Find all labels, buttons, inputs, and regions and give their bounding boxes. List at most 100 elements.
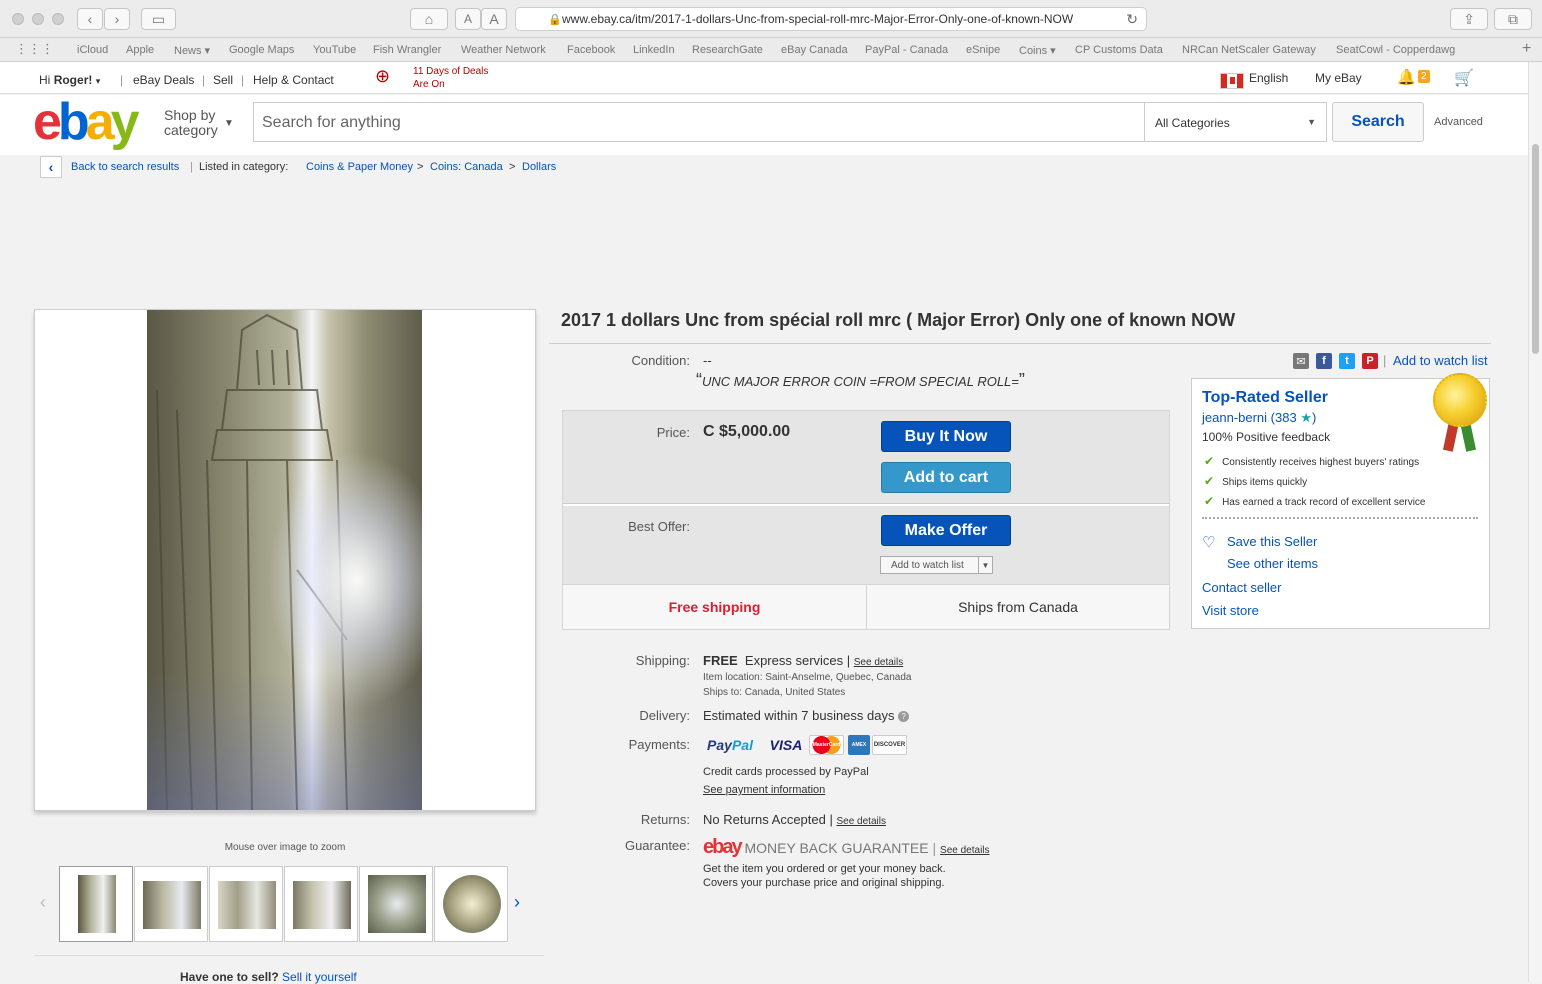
guarantee-details-link[interactable]: See details <box>940 845 989 856</box>
ebay-logo[interactable]: ebay <box>33 92 140 152</box>
shipping-details-link[interactable]: See details <box>854 657 903 668</box>
add-to-watch-list-button[interactable]: Add to watch list ▼ <box>880 556 993 574</box>
thumbnail[interactable] <box>359 866 433 942</box>
make-offer-button[interactable]: Make Offer <box>881 515 1011 546</box>
pinterest-icon[interactable]: P <box>1362 353 1378 369</box>
bookmark-item[interactable]: Apple <box>126 44 154 56</box>
delivery-value: Estimated within 7 business days ? <box>703 708 910 723</box>
bookmark-item[interactable]: Weather Network <box>461 44 546 56</box>
close-window-button[interactable] <box>12 13 24 25</box>
seller-check: ✔ Ships items quickly <box>1204 474 1308 488</box>
reload-icon[interactable]: ↻ <box>1126 11 1138 28</box>
bookmark-item[interactable]: Google Maps <box>229 44 294 56</box>
add-to-cart-button[interactable]: Add to cart <box>881 462 1011 493</box>
home-icon[interactable]: ⌂ <box>410 8 448 30</box>
see-other-items-link[interactable]: See other items <box>1227 556 1318 571</box>
bookmark-item[interactable]: PayPal - Canada <box>865 44 948 56</box>
help-icon[interactable]: ? <box>898 711 910 723</box>
chevron-down-icon[interactable]: ▾ <box>96 76 101 86</box>
breadcrumb-item[interactable]: Dollars <box>522 161 556 173</box>
tabs-icon[interactable]: ⧉ <box>1494 8 1532 30</box>
breadcrumb-item[interactable]: Coins: Canada <box>430 161 503 173</box>
add-bookmark-icon[interactable]: + <box>1522 40 1531 58</box>
forward-icon[interactable]: › <box>104 8 130 30</box>
bookmark-item[interactable]: Coins ▾ <box>1019 44 1056 57</box>
scrollbar-thumb[interactable] <box>1532 144 1539 354</box>
address-bar[interactable]: 🔒 www.ebay.ca/itm/2017-1-dollars-Unc-fro… <box>515 7 1147 31</box>
chevron-down-icon[interactable]: ▼ <box>978 557 992 573</box>
separator: | <box>202 73 206 87</box>
promo-line-1[interactable]: 11 Days of Deals <box>413 66 488 77</box>
text-larger-button[interactable]: A <box>481 8 507 30</box>
sidebar-icon[interactable]: ▭ <box>141 8 176 30</box>
language-selector[interactable]: English <box>1249 71 1288 85</box>
text-smaller-button[interactable]: A <box>455 8 481 30</box>
seller-name[interactable]: jeann-berni (383 ★) <box>1202 410 1316 426</box>
bookmark-item[interactable]: iCloud <box>77 44 108 56</box>
bookmark-item[interactable]: SeatCowl - Copperdawg <box>1336 44 1455 56</box>
search-input[interactable]: Search for anything <box>253 102 1145 142</box>
bookmark-item[interactable]: eSnipe <box>966 44 1000 56</box>
bell-icon[interactable]: 🔔 <box>1397 68 1416 86</box>
shop-by-category[interactable]: Shop by category ▼ <box>164 108 234 138</box>
bookmark-item[interactable]: NRCan NetScaler Gateway <box>1182 44 1316 56</box>
help-contact-link[interactable]: Help & Contact <box>253 73 334 87</box>
chevron-left-icon[interactable]: ‹ <box>40 892 46 913</box>
bookmark-item[interactable]: Fish Wrangler <box>373 44 441 56</box>
thumbnail[interactable] <box>59 866 133 942</box>
advanced-search-link[interactable]: Advanced <box>1434 116 1483 128</box>
breadcrumb-separator: > <box>417 161 424 173</box>
thumbnail[interactable] <box>209 866 283 942</box>
ebay-deals-link[interactable]: eBay Deals <box>133 73 194 87</box>
visit-store-link[interactable]: Visit store <box>1202 603 1259 618</box>
user-name[interactable]: Roger! <box>54 73 93 87</box>
buy-it-now-button[interactable]: Buy It Now <box>881 421 1011 452</box>
thumbnail[interactable] <box>134 866 208 942</box>
returns-details-link[interactable]: See details <box>836 816 885 827</box>
back-arrow-icon[interactable]: ‹ <box>40 156 62 178</box>
bookmark-item[interactable]: YouTube <box>313 44 356 56</box>
bookmark-item[interactable]: LinkedIn <box>633 44 675 56</box>
save-seller-link[interactable]: Save this Seller <box>1227 534 1317 549</box>
breadcrumb-item[interactable]: Coins & Paper Money <box>306 161 413 173</box>
contact-seller-link[interactable]: Contact seller <box>1202 580 1281 595</box>
search-button[interactable]: Search <box>1332 102 1424 142</box>
heart-icon[interactable]: ♡ <box>1202 533 1215 551</box>
minimize-window-button[interactable] <box>32 13 44 25</box>
scrollbar[interactable] <box>1528 62 1542 982</box>
seller-check: ✔ Has earned a track record of excellent … <box>1204 494 1426 508</box>
thumbnail[interactable] <box>434 866 508 942</box>
share-icon[interactable]: ⇪ <box>1450 8 1488 30</box>
thumbnail[interactable] <box>284 866 358 942</box>
cart-icon[interactable]: 🛒 <box>1454 68 1474 88</box>
separator: | <box>190 161 193 173</box>
browser-toolbar: ‹ › ▭ ⌂ A A 🔒 www.ebay.ca/itm/2017-1-dol… <box>0 0 1542 38</box>
deals-globe-icon[interactable]: ⊕ <box>375 66 390 87</box>
star-icon: ★ <box>1300 410 1312 425</box>
back-to-results-link[interactable]: Back to search results <box>71 161 179 173</box>
promo-line-2[interactable]: Are On <box>413 79 445 90</box>
category-select[interactable]: All Categories ▼ <box>1145 102 1327 142</box>
email-icon[interactable]: ✉ <box>1293 353 1309 369</box>
back-icon[interactable]: ‹ <box>77 8 103 30</box>
sell-link[interactable]: Sell <box>213 73 233 87</box>
payment-info-link[interactable]: See payment information <box>703 784 825 796</box>
chevron-right-icon[interactable]: › <box>514 892 520 913</box>
main-image[interactable] <box>34 309 536 811</box>
separator: | <box>241 73 245 87</box>
check-icon: ✔ <box>1204 454 1215 468</box>
greeting: Hi Roger! ▾ <box>39 73 101 87</box>
bookmark-item[interactable]: ResearchGate <box>692 44 763 56</box>
bookmark-item[interactable]: eBay Canada <box>781 44 848 56</box>
my-ebay-link[interactable]: My eBay <box>1315 71 1362 85</box>
positive-feedback: 100% Positive feedback <box>1202 430 1331 444</box>
grid-icon[interactable]: ⋮⋮⋮ <box>15 41 54 57</box>
twitter-icon[interactable]: t <box>1339 353 1355 369</box>
zoom-window-button[interactable] <box>52 13 64 25</box>
facebook-icon[interactable]: f <box>1316 353 1332 369</box>
returns-label: Returns: <box>640 812 690 827</box>
bookmark-item[interactable]: Facebook <box>567 44 615 56</box>
bookmark-item[interactable]: CP Customs Data <box>1075 44 1163 56</box>
bookmark-item[interactable]: News ▾ <box>174 44 210 57</box>
add-to-watch-list-link[interactable]: Add to watch list <box>1393 353 1488 368</box>
